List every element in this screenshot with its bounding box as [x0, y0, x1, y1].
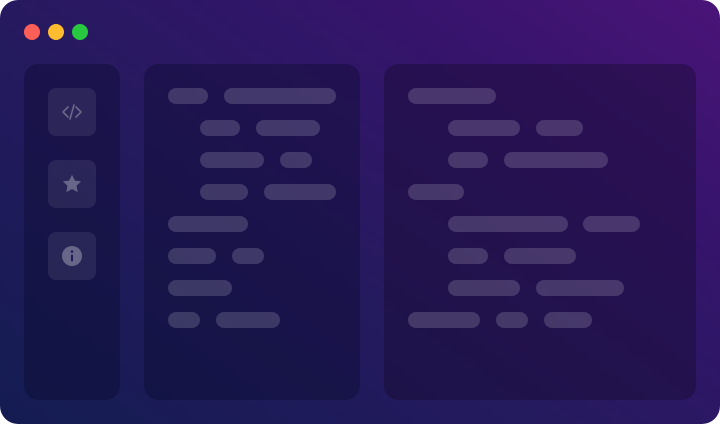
- close-button[interactable]: [24, 24, 40, 40]
- code-placeholder: [448, 152, 488, 168]
- window-controls: [24, 24, 88, 40]
- app-window: [0, 0, 720, 424]
- sidebar: [24, 64, 120, 400]
- code-placeholder: [408, 88, 496, 104]
- code-placeholder: [408, 312, 480, 328]
- code-placeholder: [232, 248, 264, 264]
- info-icon: [62, 246, 82, 266]
- code-placeholder: [448, 120, 520, 136]
- code-placeholder: [504, 248, 576, 264]
- left-code-pane: [144, 64, 360, 400]
- code-placeholder: [496, 312, 528, 328]
- code-placeholder: [448, 280, 520, 296]
- code-placeholder: [256, 120, 320, 136]
- minimize-button[interactable]: [48, 24, 64, 40]
- sidebar-item-code[interactable]: [48, 88, 96, 136]
- code-placeholder: [448, 216, 568, 232]
- code-icon: [62, 104, 82, 120]
- code-placeholder: [168, 312, 200, 328]
- code-placeholder: [583, 216, 640, 232]
- code-placeholder: [168, 280, 232, 296]
- code-placeholder: [544, 312, 592, 328]
- code-placeholder: [200, 120, 240, 136]
- code-placeholder: [504, 152, 608, 168]
- code-placeholder: [408, 184, 464, 200]
- code-placeholder: [448, 248, 488, 264]
- code-placeholder: [168, 88, 208, 104]
- code-placeholder: [264, 184, 336, 200]
- code-placeholder: [224, 88, 336, 104]
- code-placeholder: [536, 120, 583, 136]
- code-placeholder: [168, 248, 216, 264]
- sidebar-item-favorites[interactable]: [48, 160, 96, 208]
- star-icon: [62, 174, 82, 193]
- code-placeholder: [168, 216, 248, 232]
- code-placeholder: [280, 152, 312, 168]
- sidebar-item-info[interactable]: [48, 232, 96, 280]
- code-placeholder: [200, 184, 248, 200]
- code-placeholder: [216, 312, 280, 328]
- code-placeholder: [200, 152, 264, 168]
- zoom-button[interactable]: [72, 24, 88, 40]
- code-placeholder: [536, 280, 624, 296]
- right-code-pane: [384, 64, 696, 400]
